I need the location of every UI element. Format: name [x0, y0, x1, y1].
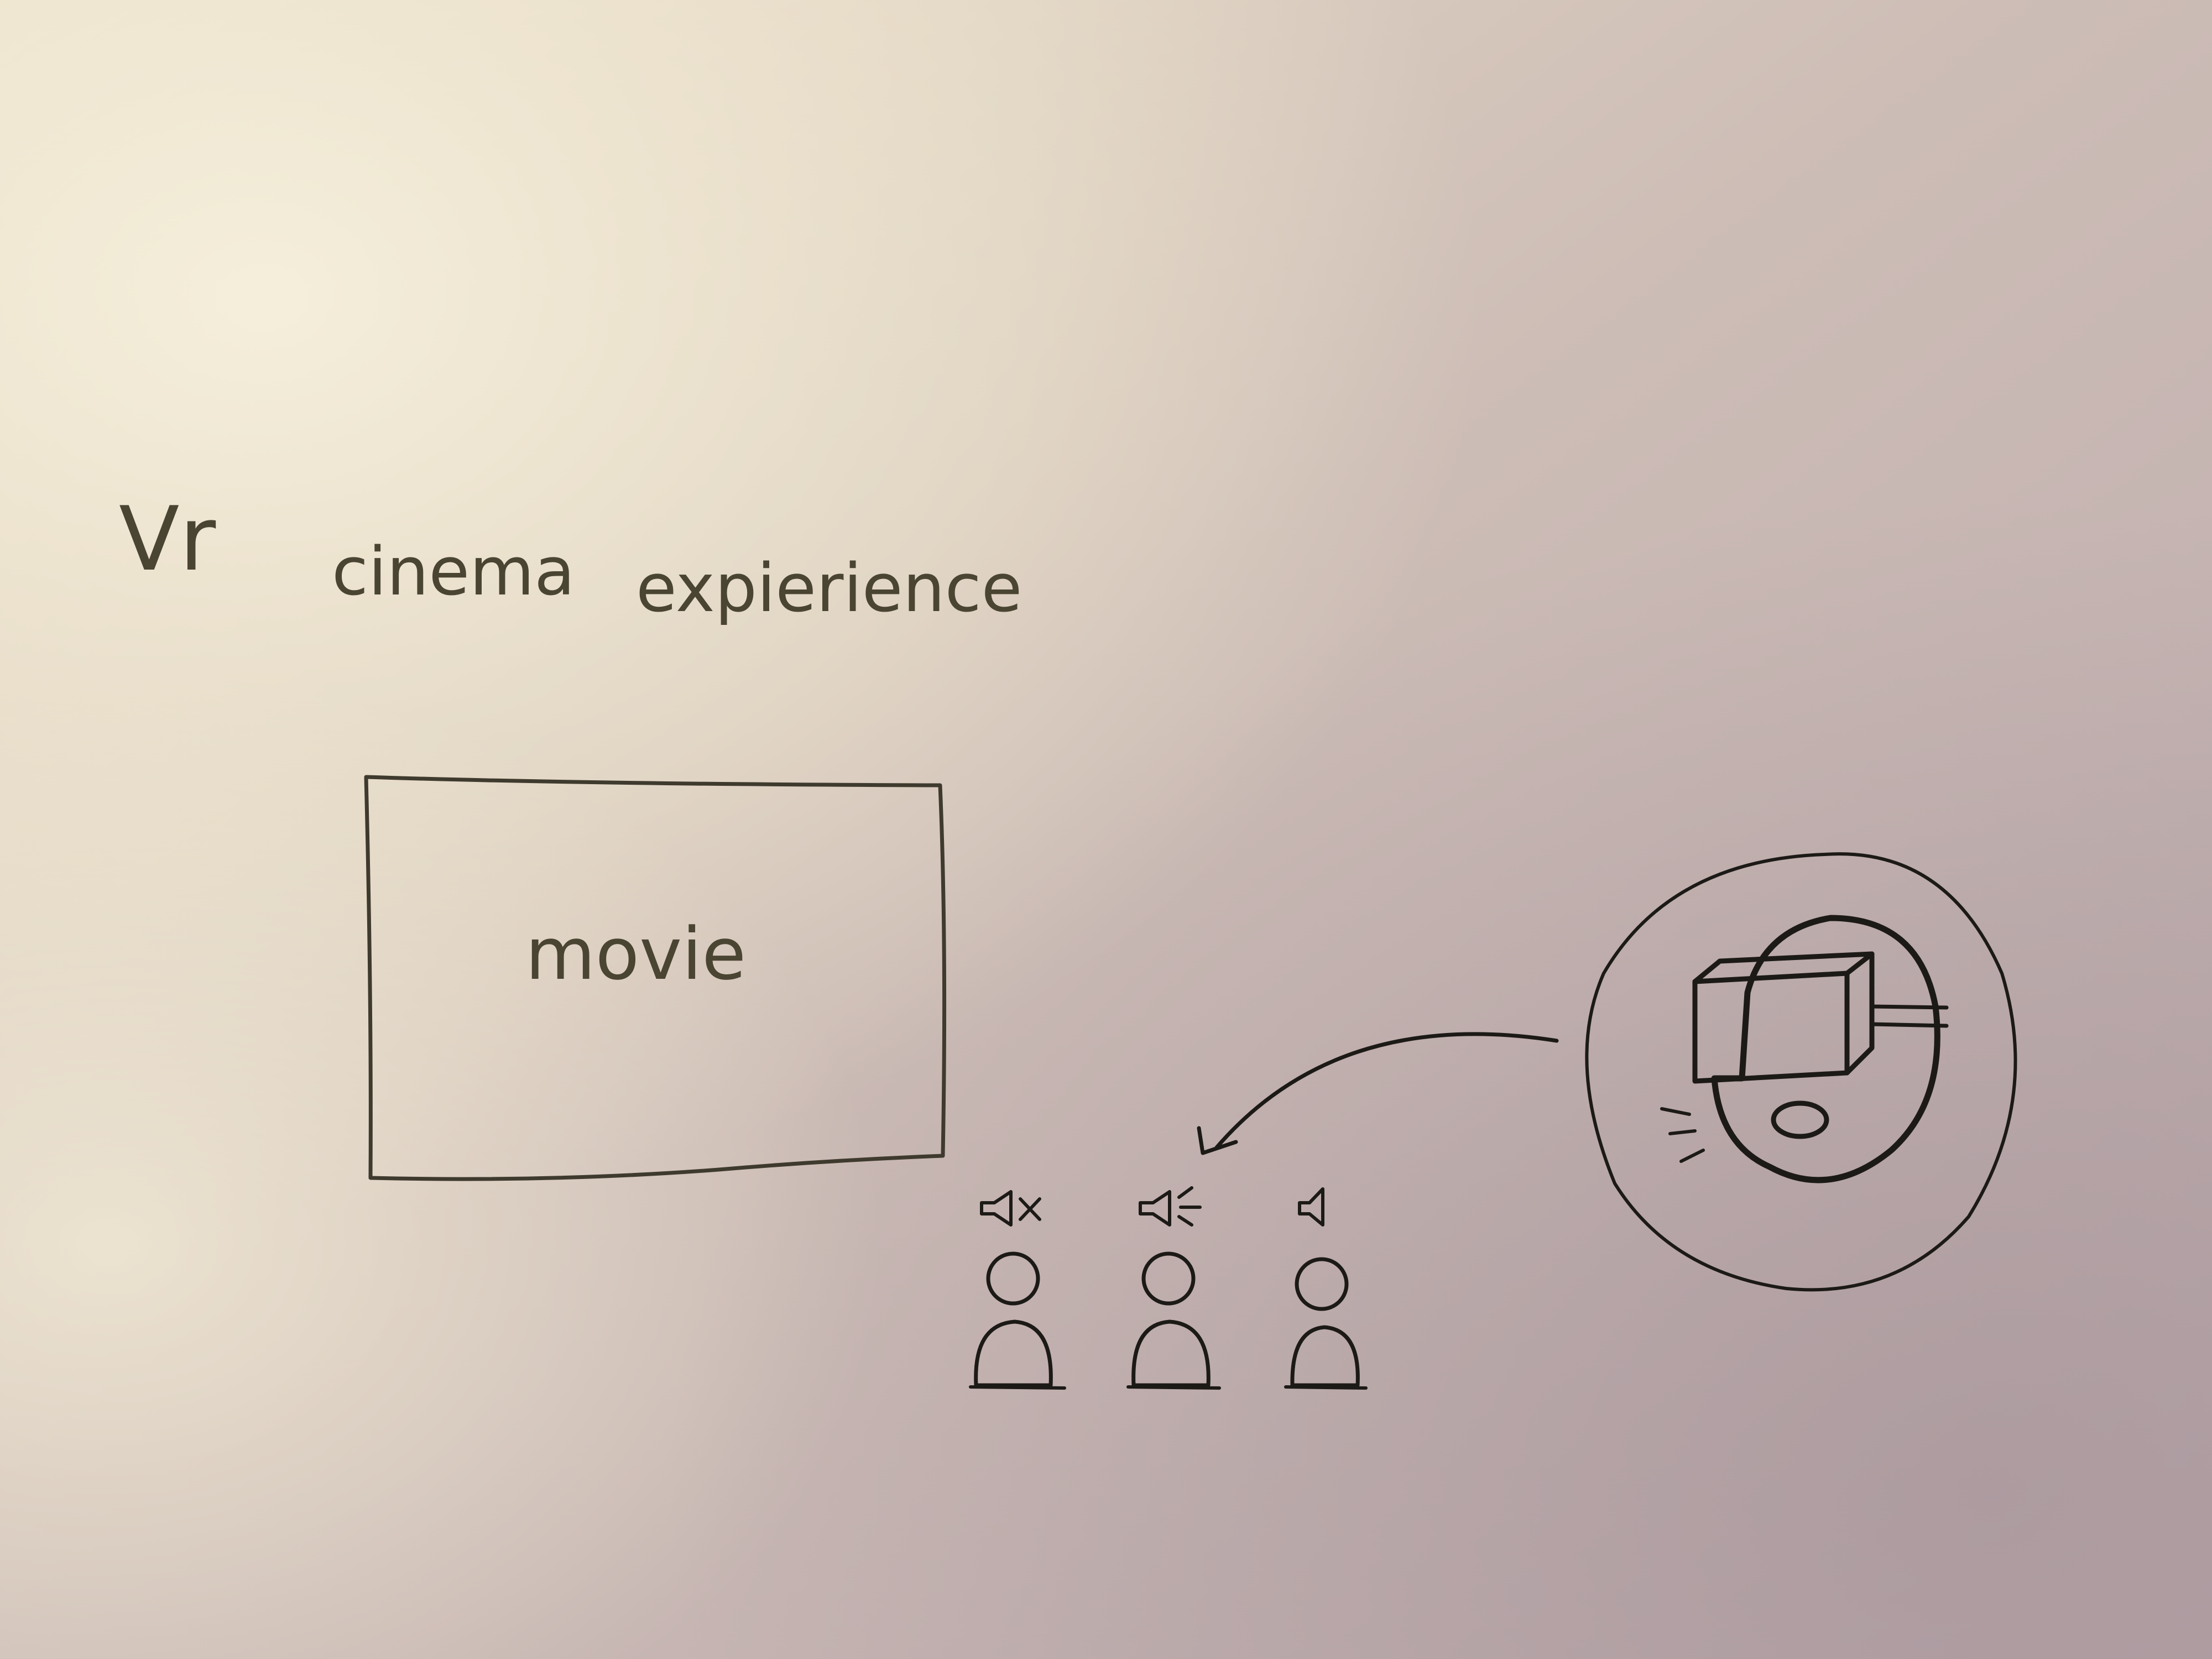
movie-label: movie [525, 912, 746, 996]
title-word-experience: expierience [636, 550, 1022, 627]
shadow-shade [0, 0, 2212, 1659]
title-word-vr: Vr [119, 487, 216, 591]
title-word-cinema: cinema [332, 534, 575, 611]
vr-cinema-sketch: Vr cinema expierience movie [0, 0, 2212, 1659]
